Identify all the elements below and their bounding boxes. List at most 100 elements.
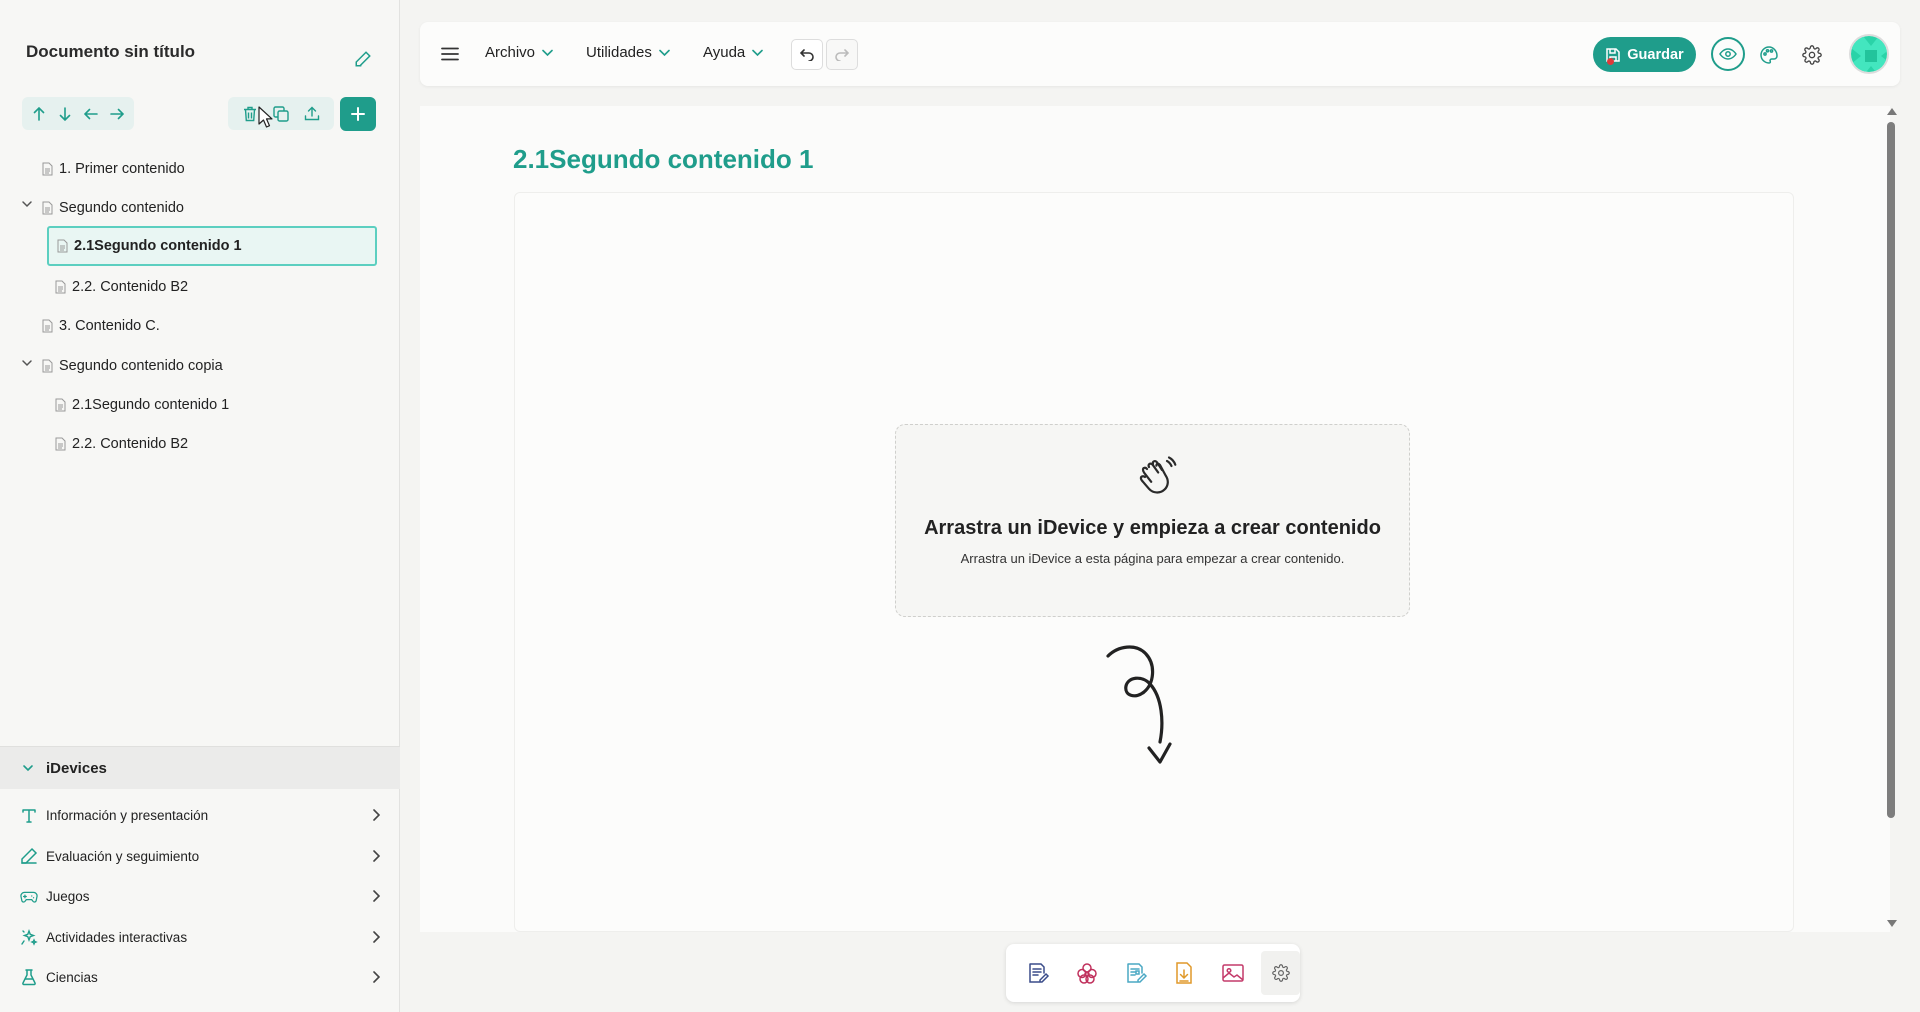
quick-download-idevice-button[interactable] <box>1160 948 1209 998</box>
arrow-up-icon <box>33 106 45 121</box>
scrollbar-thumb[interactable] <box>1887 122 1895 818</box>
chevron-down-icon <box>542 49 553 56</box>
chevron-down-icon[interactable] <box>21 357 33 369</box>
content-scrollbar[interactable] <box>1884 108 1898 930</box>
pencil-icon <box>21 847 38 864</box>
avatar-identicon-icon <box>1851 36 1887 72</box>
save-button[interactable]: Guardar <box>1593 37 1696 72</box>
chevron-right-icon <box>373 809 380 821</box>
image-icon <box>1222 964 1244 982</box>
gamepad-icon <box>20 891 38 903</box>
category-label: Juegos <box>46 888 90 904</box>
document-icon <box>42 359 53 373</box>
move-right-button[interactable] <box>105 102 129 126</box>
drop-zone-subtitle: Arrastra un iDevice a esta página para e… <box>960 551 1345 566</box>
redo-icon <box>835 48 849 61</box>
menu-utilidades[interactable]: Utilidades <box>586 44 670 61</box>
category-informacion-presentacion[interactable]: Información y presentación <box>0 795 400 835</box>
tree-item-primer-contenido[interactable]: 1. Primer contenido <box>42 150 185 188</box>
tree-item-contenido-c[interactable]: 3. Contenido C. <box>42 307 160 345</box>
palette-icon <box>1760 46 1778 64</box>
document-icon <box>55 437 66 451</box>
redo-button[interactable] <box>826 39 858 70</box>
tree-item-segundo-contenido-copia[interactable]: Segundo contenido copia <box>42 347 223 385</box>
move-up-button[interactable] <box>27 102 51 126</box>
style-button[interactable] <box>1754 40 1784 70</box>
arrow-right-icon <box>110 108 124 119</box>
tree-item-label: 2.2. Contenido B2 <box>72 436 189 452</box>
add-page-button[interactable] <box>340 97 376 131</box>
text-t-icon <box>22 809 36 823</box>
category-ciencias[interactable]: Ciencias <box>0 957 400 997</box>
unsaved-indicator-dot <box>1607 58 1614 65</box>
upload-icon <box>305 106 320 120</box>
preview-button[interactable] <box>1711 37 1745 71</box>
undo-button[interactable] <box>791 39 823 70</box>
chevron-down-icon[interactable] <box>21 198 33 210</box>
settings-button[interactable] <box>1797 40 1827 70</box>
move-left-button[interactable] <box>79 102 103 126</box>
quick-text-idevice-button[interactable] <box>1014 948 1063 998</box>
quick-bar-settings-button[interactable] <box>1261 951 1301 995</box>
edit-pencil-icon[interactable] <box>354 50 372 68</box>
category-label: Actividades interactivas <box>46 929 188 945</box>
quick-image-idevice-button[interactable] <box>1209 948 1258 998</box>
tree-item-label: Segundo contenido <box>59 200 184 216</box>
chevron-down-icon <box>752 49 764 56</box>
menu-label: Utilidades <box>586 44 652 61</box>
sparkle-icon <box>21 928 38 946</box>
waving-hand-icon <box>1139 456 1177 494</box>
file-download-icon <box>1176 962 1192 984</box>
document-icon <box>42 162 53 176</box>
document-icon <box>57 239 68 253</box>
chevron-right-icon <box>373 890 380 902</box>
category-label: Ciencias <box>46 969 98 985</box>
tree-item-label: 2.1Segundo contenido 1 <box>74 238 242 254</box>
menu-archivo[interactable]: Archivo <box>485 44 553 61</box>
gear-icon <box>1271 964 1290 982</box>
chevron-right-icon <box>373 971 380 983</box>
quick-form-idevice-button[interactable] <box>1111 948 1160 998</box>
copy-icon <box>273 105 289 122</box>
arrow-left-icon <box>84 108 98 119</box>
category-actividades-interactivas[interactable]: Actividades interactivas <box>0 917 400 957</box>
tree-item-contenido-b2-copia[interactable]: 2.2. Contenido B2 <box>55 425 188 463</box>
document-title[interactable]: Documento sin título <box>26 42 195 62</box>
save-label: Guardar <box>1627 46 1684 63</box>
arrow-down-icon <box>59 106 71 121</box>
quick-flower-idevice-button[interactable] <box>1063 948 1112 998</box>
export-button[interactable] <box>300 102 324 126</box>
top-bar: Archivo Utilidades Ayuda Guardar <box>420 22 1900 86</box>
eye-icon <box>1719 48 1737 60</box>
tree-item-label: Segundo contenido copia <box>59 358 223 374</box>
tree-item-segundo-contenido-1-selected[interactable]: 2.1Segundo contenido 1 <box>47 226 377 266</box>
document-icon <box>42 201 53 215</box>
category-juegos[interactable]: Juegos <box>0 876 400 916</box>
plus-icon <box>351 107 365 121</box>
category-evaluacion-seguimiento[interactable]: Evaluación y seguimiento <box>0 836 400 876</box>
menu-ayuda[interactable]: Ayuda <box>703 44 764 61</box>
user-avatar[interactable] <box>1849 34 1889 74</box>
document-icon <box>55 280 66 294</box>
chevron-right-icon <box>373 850 380 862</box>
menu-label: Archivo <box>485 44 536 61</box>
category-label: Información y presentación <box>46 807 209 823</box>
edit-toolbar <box>228 97 334 130</box>
page-title[interactable]: 2.1Segundo contenido 1 <box>513 144 813 175</box>
move-down-button[interactable] <box>53 102 77 126</box>
tree-item-contenido-b2[interactable]: 2.2. Contenido B2 <box>55 268 188 306</box>
hamburger-menu-icon[interactable] <box>441 47 459 61</box>
tree-item-label: 2.2. Contenido B2 <box>72 279 189 295</box>
tree-item-label: 2.1Segundo contenido 1 <box>72 397 230 413</box>
chevron-down-icon <box>659 49 670 56</box>
tree-item-segundo-contenido[interactable]: Segundo contenido <box>42 189 184 227</box>
document-icon <box>42 319 53 333</box>
tree-item-segundo-contenido-1-copia[interactable]: 2.1Segundo contenido 1 <box>55 386 229 424</box>
scroll-up-arrow-icon[interactable] <box>1887 108 1897 115</box>
idevice-drop-zone[interactable]: Arrastra un iDevice y empieza a crear co… <box>895 424 1410 617</box>
scroll-down-arrow-icon[interactable] <box>1887 920 1897 927</box>
idevices-panel-header[interactable]: iDevices <box>0 746 400 789</box>
text-edit-icon <box>1029 963 1050 983</box>
document-icon <box>55 398 66 412</box>
trash-icon <box>243 106 256 121</box>
